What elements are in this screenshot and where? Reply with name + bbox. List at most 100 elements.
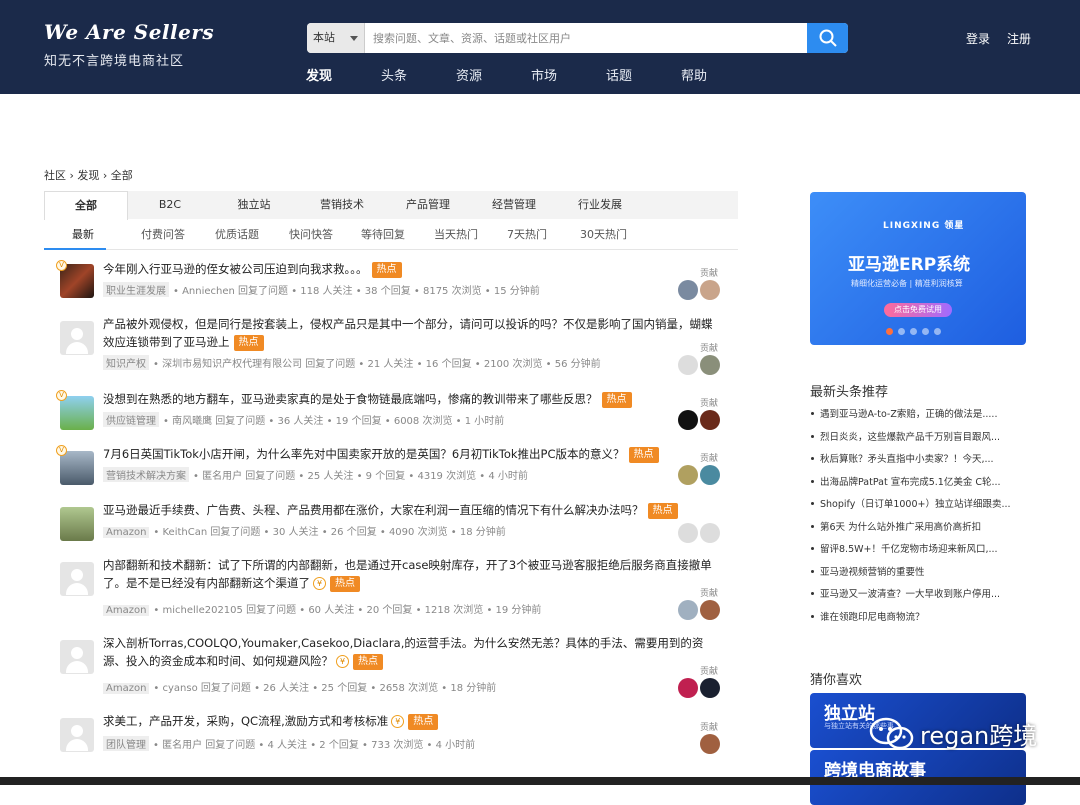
watermark-text: regan跨境 [920, 722, 1038, 750]
news-item[interactable]: 出海品牌PatPat 宣布完成5.1亿美金 C轮... [810, 474, 1026, 497]
news-item[interactable]: 烈日炎炎，这些爆款产品千万别盲目跟风... [810, 429, 1026, 452]
nav-topics[interactable]: 话题 [606, 65, 632, 84]
contributor-avatar[interactable] [678, 600, 698, 620]
contributor-avatar[interactable] [678, 678, 698, 698]
login-link[interactable]: 登录 [966, 30, 990, 47]
carousel-dot[interactable] [910, 328, 917, 335]
contributor-avatar[interactable] [700, 600, 720, 620]
logo-title[interactable]: We Are Sellers [44, 20, 214, 44]
search-icon [819, 29, 837, 47]
contributor-avatar[interactable] [678, 523, 698, 543]
question-tag[interactable]: 供应链管理 [103, 412, 159, 427]
news-item[interactable]: 亚马逊又一波清查？一大早收到账户停用... [810, 586, 1026, 609]
avatar[interactable] [60, 640, 94, 674]
subtab-hot-today[interactable]: 当天热门 [434, 226, 478, 248]
contributor-avatar[interactable] [700, 410, 720, 430]
contributor-avatar[interactable] [700, 355, 720, 375]
search-bar: 本站 [307, 23, 848, 53]
tab-industry-development[interactable]: 行业发展 [557, 191, 643, 219]
contributor-avatar[interactable] [700, 523, 720, 543]
question-tag[interactable]: Amazon [103, 605, 150, 616]
search-button[interactable] [807, 23, 848, 53]
news-item[interactable]: Shopify（日订单1000+）独立站详细跟卖... [810, 496, 1026, 519]
question-title[interactable]: 产品被外观侵权，但是同行是按套装上，侵权产品只是其中一个部分，请问可以投诉的吗？… [103, 315, 713, 351]
question-title[interactable]: 没想到在熟悉的地方翻车，亚马逊卖家真的是处于食物链最底端吗，惨痛的教训带来了哪些… [103, 390, 713, 408]
question-title[interactable]: 求美工，产品开发，采购，QC流程,激励方式和考核标准 ¥ 热点 [103, 712, 713, 730]
contributors-label: 贡献 [700, 399, 719, 409]
question-title[interactable]: 今年刚入行亚马逊的侄女被公司压迫到向我求救。。。 热点 [103, 260, 713, 278]
question-title[interactable]: 深入剖析Torras,COOLQO,Youmaker,Casekoo,Diacl… [103, 634, 713, 670]
avatar[interactable] [60, 507, 94, 541]
tab-business-management[interactable]: 经营管理 [471, 191, 557, 219]
subtab-latest[interactable]: 最新 [44, 226, 106, 250]
tab-independent-site[interactable]: 独立站 [212, 191, 296, 219]
hot-badge: 热点 [628, 447, 659, 463]
avatar[interactable] [60, 718, 94, 752]
question-title[interactable]: 亚马逊最近手续费、广告费、头程、产品费用都在涨价，大家在利润一直压缩的情况下有什… [103, 501, 713, 519]
question-tag[interactable]: Amazon [103, 527, 150, 538]
search-scope-select[interactable]: 本站 [307, 23, 365, 53]
carousel-dot[interactable] [922, 328, 929, 335]
tab-marketing-tech[interactable]: 营销技术 [299, 191, 385, 219]
carousel-dot[interactable] [934, 328, 941, 335]
subtab-quality-topics[interactable]: 优质话题 [215, 226, 259, 248]
avatar[interactable] [60, 321, 94, 355]
register-link[interactable]: 注册 [1007, 30, 1031, 47]
question-tag[interactable]: 营销技术解决方案 [103, 467, 189, 482]
banner-brand: LINGXING 领星 [883, 221, 965, 231]
question-title[interactable]: 7月6日英国TikTok小店开闸，为什么率先对中国卖家开放的是英国？6月初Tik… [103, 445, 713, 463]
tab-product-management[interactable]: 产品管理 [385, 191, 471, 219]
avatar[interactable] [60, 562, 94, 596]
tab-all[interactable]: 全部 [44, 191, 128, 220]
logo-subtitle: 知无不言跨境电商社区 [44, 54, 185, 69]
news-item[interactable]: 留评8.5W+！千亿宠物市场迎来新风口,... [810, 541, 1026, 564]
contributor-avatar[interactable] [700, 734, 720, 754]
question-meta: Amazon • michelle202105 回复了问题 • 60 人关注 • … [103, 601, 541, 616]
nav-resources[interactable]: 资源 [456, 65, 482, 84]
nav-headlines[interactable]: 头条 [381, 65, 407, 84]
nav-discover[interactable]: 发现 [306, 65, 332, 84]
avatar[interactable] [60, 396, 94, 430]
coin-icon: ¥ [336, 655, 349, 668]
question-title[interactable]: 内部翻新和技术翻新：试了下所谓的内部翻新，也是通过开case映射库存，开了3个被… [103, 556, 713, 592]
subtab-paid-qa[interactable]: 付费问答 [141, 226, 185, 248]
news-item[interactable]: 遇到亚马逊A-to-Z索赔，正确的做法是..... [810, 406, 1026, 429]
news-item[interactable]: 第6天 为什么站外推广采用高价高折扣 [810, 519, 1026, 542]
subtab-awaiting-reply[interactable]: 等待回复 [361, 226, 405, 248]
news-item[interactable]: 秋后算账？矛头直指中小卖家？！今天,... [810, 451, 1026, 474]
question-tag[interactable]: 职业生涯发展 [103, 282, 169, 297]
subtab-hot-7days[interactable]: 7天热门 [507, 226, 547, 248]
coin-icon: ¥ [313, 577, 326, 590]
search-input[interactable] [367, 23, 807, 53]
contributor-avatar[interactable] [678, 280, 698, 300]
news-item[interactable]: 谁在领跑印尼电商物流？ [810, 609, 1026, 632]
news-item[interactable]: 亚马逊视频营销的重要性 [810, 564, 1026, 587]
erp-ad-banner[interactable]: LINGXING 领星 亚马逊ERP系统 精细化运营必备 | 精准利润核算 点击… [810, 192, 1026, 345]
carousel-dot[interactable] [886, 328, 893, 335]
contributor-avatar[interactable] [678, 465, 698, 485]
contributor-avatar[interactable] [700, 678, 720, 698]
question-tag[interactable]: 团队管理 [103, 736, 149, 751]
medal-icon: V [56, 260, 67, 271]
banner-tagline: 精细化运营必备 | 精准利润核算 [851, 279, 963, 288]
carousel-dot[interactable] [898, 328, 905, 335]
contributor-avatar[interactable] [700, 465, 720, 485]
contributor-avatar[interactable] [700, 280, 720, 300]
question-meta: Amazon • cyanso 回复了问题 • 26 人关注 • 25 个回复 •… [103, 679, 496, 694]
subtab-quick-qa[interactable]: 快问快答 [289, 226, 333, 248]
news-list: 遇到亚马逊A-to-Z索赔，正确的做法是..... 烈日炎炎，这些爆款产品千万别… [810, 406, 1026, 631]
nav-help[interactable]: 帮助 [681, 65, 707, 84]
question-tag[interactable]: Amazon [103, 683, 150, 694]
breadcrumb[interactable]: 社区 › 发现 › 全部 [44, 167, 133, 183]
coin-icon: ¥ [391, 715, 405, 728]
nav-market[interactable]: 市场 [531, 65, 557, 84]
contributor-avatar[interactable] [678, 410, 698, 430]
tab-b2c[interactable]: B2C [128, 191, 212, 219]
contributors-label: 贡献 [700, 723, 719, 733]
avatar[interactable] [60, 451, 94, 485]
subtab-hot-30days[interactable]: 30天热门 [580, 226, 627, 248]
question-meta: Amazon • KeithCan 回复了问题 • 30 人关注 • 26 个回复… [103, 523, 506, 538]
contributor-avatar[interactable] [678, 355, 698, 375]
banner-cta-button[interactable]: 点击免费试用 [884, 303, 952, 317]
question-tag[interactable]: 知识产权 [103, 355, 149, 370]
